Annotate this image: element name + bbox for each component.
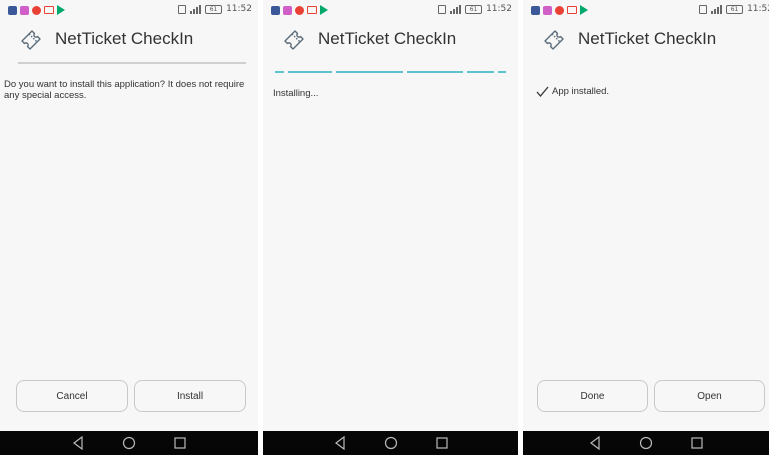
clock: 11:52 <box>747 4 769 14</box>
navigation-bar <box>0 431 258 455</box>
progress-segment <box>336 71 404 73</box>
checkmark-icon <box>536 86 549 97</box>
open-button[interactable]: Open <box>654 380 765 412</box>
ticket-icon <box>21 30 41 50</box>
facebook-icon <box>271 5 280 15</box>
done-button[interactable]: Done <box>537 380 648 412</box>
clock: 11:52 <box>486 4 512 14</box>
cancel-button[interactable]: Cancel <box>16 380 128 412</box>
notification-icons <box>531 5 588 15</box>
progress-segment <box>407 71 463 73</box>
play-store-icon <box>580 5 588 15</box>
notification-icons <box>271 5 328 15</box>
progress-segment <box>498 71 507 73</box>
system-icons: 61 11:52 <box>178 4 252 14</box>
installed-screen: 61 11:52 NetTicket CheckIn App installed… <box>523 0 769 455</box>
chrome-icon <box>295 5 304 15</box>
progress-segment <box>275 71 284 73</box>
install-progress-bar <box>275 71 507 73</box>
app-header: NetTicket CheckIn <box>0 20 258 56</box>
chrome-icon <box>555 5 564 15</box>
install-button[interactable]: Install <box>134 380 246 412</box>
system-icons: 61 11:52 <box>699 4 769 14</box>
back-icon[interactable] <box>589 436 601 450</box>
play-store-icon <box>320 5 328 15</box>
back-icon[interactable] <box>72 436 84 450</box>
vibrate-icon <box>438 4 447 14</box>
install-prompt-screen: 61 11:52 NetTicket CheckIn Do you want t… <box>0 0 258 455</box>
gallery-icon <box>283 5 292 15</box>
signal-icon <box>190 4 202 14</box>
app-title: NetTicket CheckIn <box>55 29 194 48</box>
system-icons: 61 11:52 <box>438 4 512 14</box>
app-title: NetTicket CheckIn <box>578 29 717 48</box>
home-icon[interactable] <box>639 436 653 450</box>
installing-screen: 61 11:52 NetTicket CheckIn Installing... <box>263 0 518 455</box>
status-bar: 61 11:52 <box>0 0 258 20</box>
ticket-icon <box>544 30 564 50</box>
play-store-icon <box>57 5 65 15</box>
installing-message: Installing... <box>273 88 319 99</box>
recents-icon[interactable] <box>174 437 186 449</box>
clock: 11:52 <box>226 4 252 14</box>
gmail-icon <box>44 6 54 14</box>
status-bar: 61 11:52 <box>523 0 769 20</box>
gmail-icon <box>567 6 577 14</box>
back-icon[interactable] <box>334 436 346 450</box>
progress-segment <box>466 71 495 73</box>
battery-icon: 61 <box>465 4 483 14</box>
app-header: NetTicket CheckIn <box>263 20 518 56</box>
battery-icon: 61 <box>726 4 744 14</box>
app-title: NetTicket CheckIn <box>318 29 457 48</box>
progress-segment <box>287 71 333 73</box>
battery-icon: 61 <box>205 4 223 14</box>
recents-icon[interactable] <box>435 437 448 449</box>
navigation-bar <box>523 431 769 455</box>
vibrate-icon <box>699 4 708 14</box>
button-row: Done Open <box>537 380 765 412</box>
recents-icon[interactable] <box>691 437 703 449</box>
button-row: Cancel Install <box>16 380 246 412</box>
gallery-icon <box>20 5 29 15</box>
gmail-icon <box>307 6 317 14</box>
navigation-bar <box>263 431 518 455</box>
installed-status: App installed. <box>536 86 609 97</box>
header-divider <box>18 62 246 64</box>
vibrate-icon <box>178 4 187 14</box>
chrome-icon <box>32 5 41 15</box>
ticket-icon <box>284 30 304 50</box>
app-header: NetTicket CheckIn <box>523 20 769 56</box>
install-message: Do you want to install this application?… <box>4 79 245 101</box>
home-icon[interactable] <box>384 436 398 450</box>
home-icon[interactable] <box>122 436 136 450</box>
facebook-icon <box>531 5 540 15</box>
installed-message: App installed. <box>552 86 610 97</box>
signal-icon <box>450 4 462 14</box>
facebook-icon <box>8 5 17 15</box>
signal-icon <box>711 4 723 14</box>
status-bar: 61 11:52 <box>263 0 518 20</box>
notification-icons <box>8 5 65 15</box>
gallery-icon <box>543 5 552 15</box>
